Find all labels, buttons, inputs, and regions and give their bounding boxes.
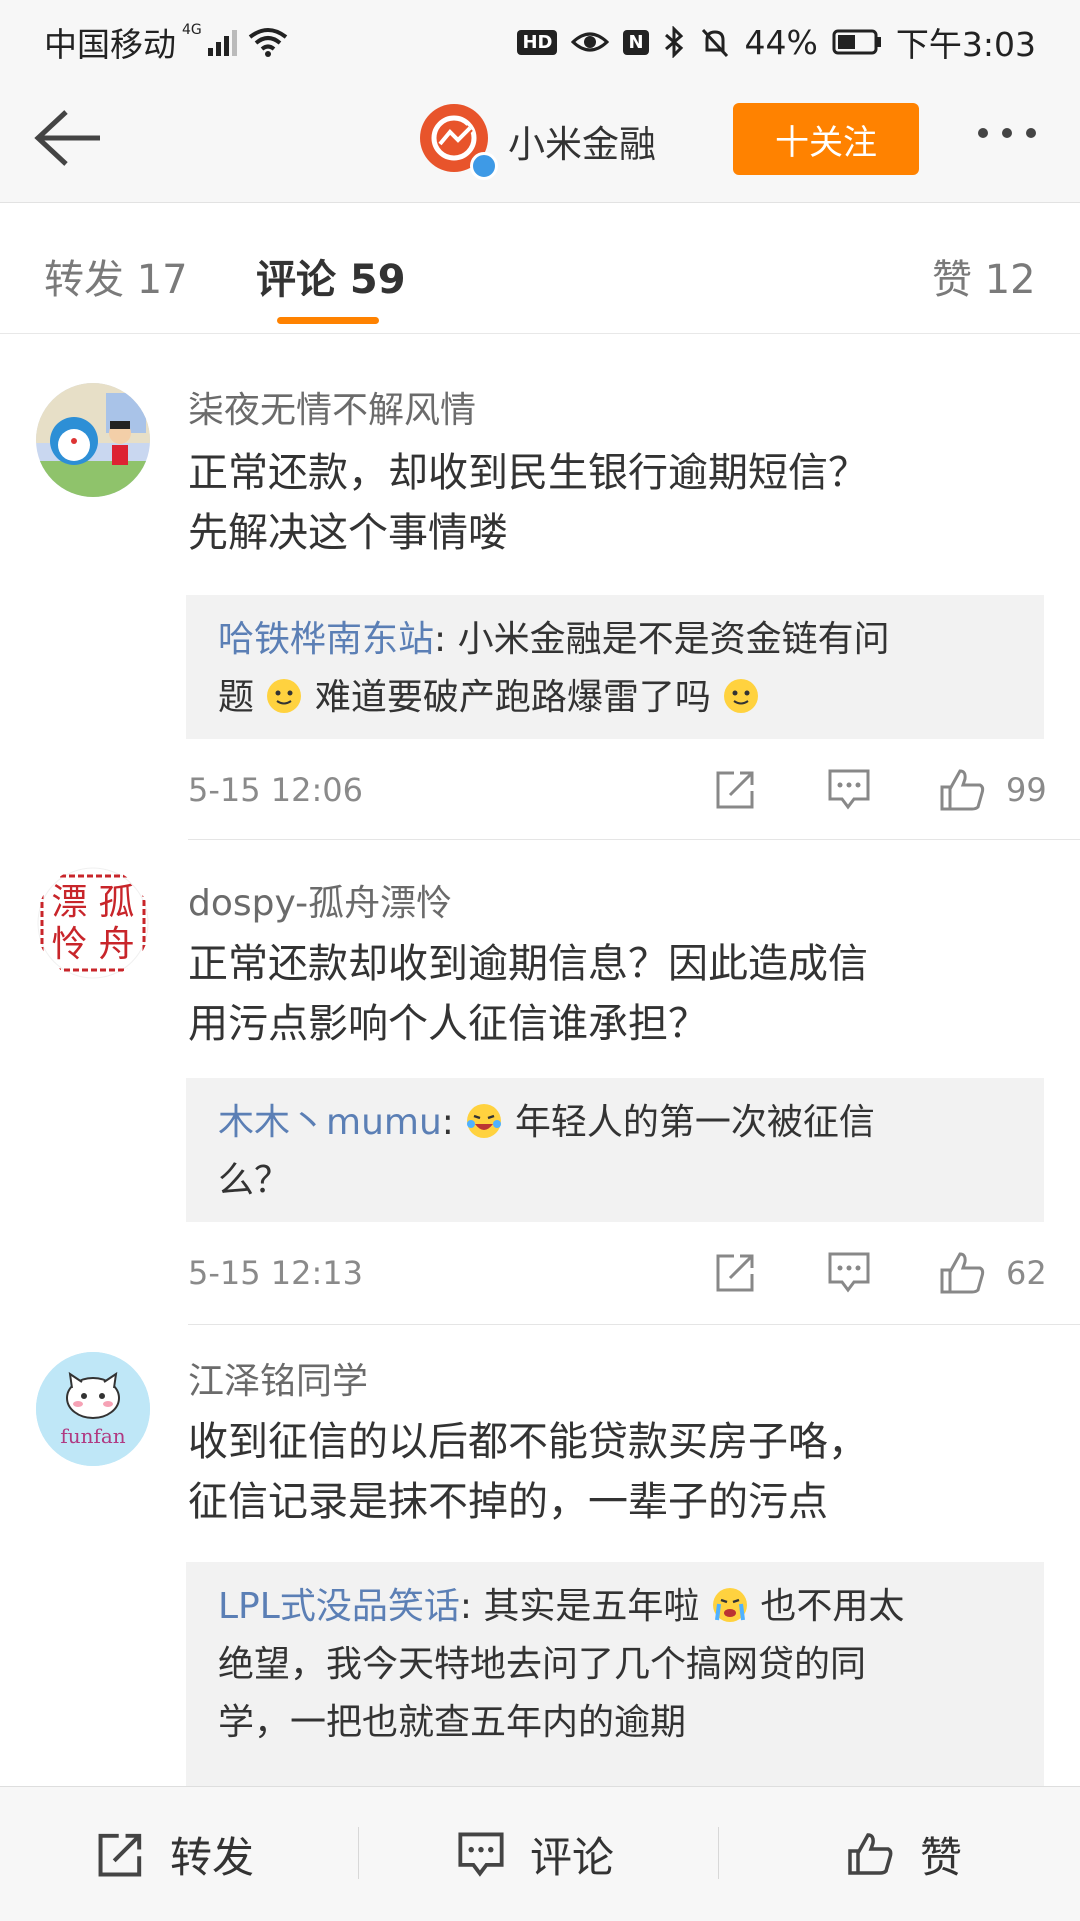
repost-button[interactable]: 转发: [96, 1787, 254, 1921]
reply-username[interactable]: 木木丶mumu: [218, 1102, 442, 1143]
top-nav: 小米金融 十关注: [0, 76, 1080, 203]
bluetooth-icon: [664, 26, 683, 58]
reply-text: 难道要破产跑路爆雷了吗: [314, 677, 711, 718]
like-thumb-icon[interactable]: [938, 767, 988, 813]
reply-preview[interactable]: 哈铁桦南东站: 小米金融是不是资金链有问 题 难道要破产跑路爆雷了吗: [186, 595, 1044, 739]
comment-label: 评论: [530, 1832, 615, 1882]
reply-preview[interactable]: LPL式没品笑话: 其实是五年啦 也不用太 绝望，我今天特地去问了几个搞网贷的同…: [186, 1562, 1044, 1792]
reply-icon[interactable]: [826, 767, 872, 811]
smile-emoji-icon: [267, 679, 302, 713]
tab-reposts[interactable]: 转发 17: [44, 247, 188, 305]
eye-icon: [571, 32, 610, 52]
share-icon[interactable]: [714, 1250, 758, 1294]
comment-text: 收到征信的以后都不能贷款买房子咯， 征信记录是抹不掉的，一辈子的污点: [188, 1412, 1048, 1532]
user-avatar[interactable]: funfan: [36, 1352, 150, 1466]
comment-username[interactable]: dospy-孤舟漂怜: [188, 874, 452, 926]
reply-text: : 小米金融是不是资金链有问: [434, 619, 890, 660]
reply-text: 绝望，我今天特地去问了几个搞网贷的同: [218, 1644, 867, 1685]
like-thumb-icon: [848, 1833, 893, 1875]
comment-text: 正常还款却收到逾期信息？因此造成信 用污点影响个人征信谁承担？: [188, 934, 1048, 1054]
reply-text: 年轻人的第一次被征信: [514, 1102, 875, 1143]
nfc-icon: N: [623, 29, 649, 55]
like-button[interactable]: 赞: [846, 1787, 962, 1921]
mute-bell-icon: [701, 28, 728, 58]
seal-char: 孤: [98, 882, 135, 923]
reply-text: : 其实是五年啦: [459, 1586, 700, 1627]
account-name[interactable]: 小米金融: [508, 114, 656, 168]
reply-username[interactable]: 哈铁桦南东站: [218, 619, 434, 660]
clock: 下午3:03: [895, 25, 1036, 64]
smile-emoji-icon: [724, 679, 759, 713]
reply-colon: :: [441, 1102, 466, 1143]
comment-text: 正常还款，却收到民生银行逾期短信？ 先解决这个事情喽: [188, 443, 1048, 563]
comment-meta: 5-15 12:06 99: [188, 761, 1047, 821]
hd-icon: HD: [517, 29, 558, 55]
divider: [358, 1827, 359, 1879]
comment-line: 正常还款却收到逾期信息？因此造成信: [188, 941, 868, 987]
laugh-cry-emoji-icon: [467, 1104, 502, 1138]
cat-avatar-image: [36, 1352, 150, 1466]
comment-icon: [458, 1832, 504, 1877]
reply-text: 学，一把也就查五年内的逾期: [218, 1702, 687, 1743]
verified-badge-icon: [470, 152, 498, 180]
repost-label: 转发: [170, 1832, 255, 1882]
share-icon: [98, 1833, 142, 1877]
crying-emoji-icon: [712, 1588, 747, 1622]
active-tab-indicator: [277, 317, 379, 324]
reply-username[interactable]: LPL式没品笑话: [218, 1586, 460, 1627]
cartoon-avatar-image: [36, 383, 150, 497]
reply-preview[interactable]: 木木丶mumu: 年轻人的第一次被征信 么？: [186, 1078, 1044, 1222]
comment-time: 5-15 12:13: [188, 1254, 364, 1292]
comment-line: 用污点影响个人征信谁承担？: [188, 1001, 708, 1047]
more-options-icon[interactable]: [978, 128, 1036, 138]
like-thumb-icon[interactable]: [938, 1250, 988, 1296]
tab-likes[interactable]: 赞 12: [932, 247, 1036, 305]
seal-char: 漂: [51, 882, 88, 923]
like-label: 赞: [920, 1832, 963, 1882]
wifi-icon: [248, 28, 287, 57]
reply-text: 么？: [218, 1160, 291, 1201]
bottom-action-bar: 转发 评论 赞: [0, 1786, 1080, 1921]
comment-time: 5-15 12:06: [188, 771, 364, 809]
signal-icon: [207, 30, 237, 56]
like-count: 62: [1006, 1254, 1047, 1292]
back-arrow-icon[interactable]: [30, 106, 104, 170]
battery-percent: 44%: [744, 22, 818, 62]
comment-button[interactable]: 评论: [456, 1787, 614, 1921]
network-type: 4G: [182, 22, 202, 38]
seal-char: 怜: [51, 924, 88, 965]
battery-icon: [832, 29, 881, 55]
divider: [188, 839, 1080, 840]
status-bar: 中国移动 4G HD N 44% 下午3:03: [0, 0, 1080, 76]
carrier-label: 中国移动: [44, 25, 176, 64]
tab-bar: 转发 17 评论 59 赞 12: [0, 203, 1080, 334]
comment-line: 收到征信的以后都不能贷款买房子咯，: [188, 1419, 868, 1465]
tab-comments[interactable]: 评论 59: [256, 247, 406, 305]
comment-username[interactable]: 柒夜无情不解风情: [188, 381, 476, 433]
reply-text: 题: [218, 677, 255, 718]
share-icon[interactable]: [714, 767, 758, 811]
comment-meta: 5-15 12:13 62: [188, 1244, 1047, 1304]
comment-line: 正常还款，却收到民生银行逾期短信？: [188, 450, 868, 496]
reply-icon[interactable]: [826, 1250, 872, 1294]
comment-username[interactable]: 江泽铭同学: [188, 1352, 368, 1404]
avatar-caption: funfan: [60, 1424, 126, 1448]
divider: [718, 1827, 719, 1879]
user-avatar[interactable]: [36, 383, 150, 497]
comment-line: 先解决这个事情喽: [188, 510, 508, 556]
user-avatar[interactable]: 漂 孤 怜 舟: [36, 866, 150, 980]
divider: [188, 1324, 1080, 1325]
comment-line: 征信记录是抹不掉的，一辈子的污点: [188, 1479, 828, 1525]
seal-char: 舟: [98, 924, 135, 965]
seal-text: 漂 孤 怜 舟: [46, 882, 140, 966]
reply-text: 也不用太: [760, 1586, 905, 1627]
follow-button[interactable]: 十关注: [733, 103, 919, 175]
like-count: 99: [1006, 771, 1047, 809]
